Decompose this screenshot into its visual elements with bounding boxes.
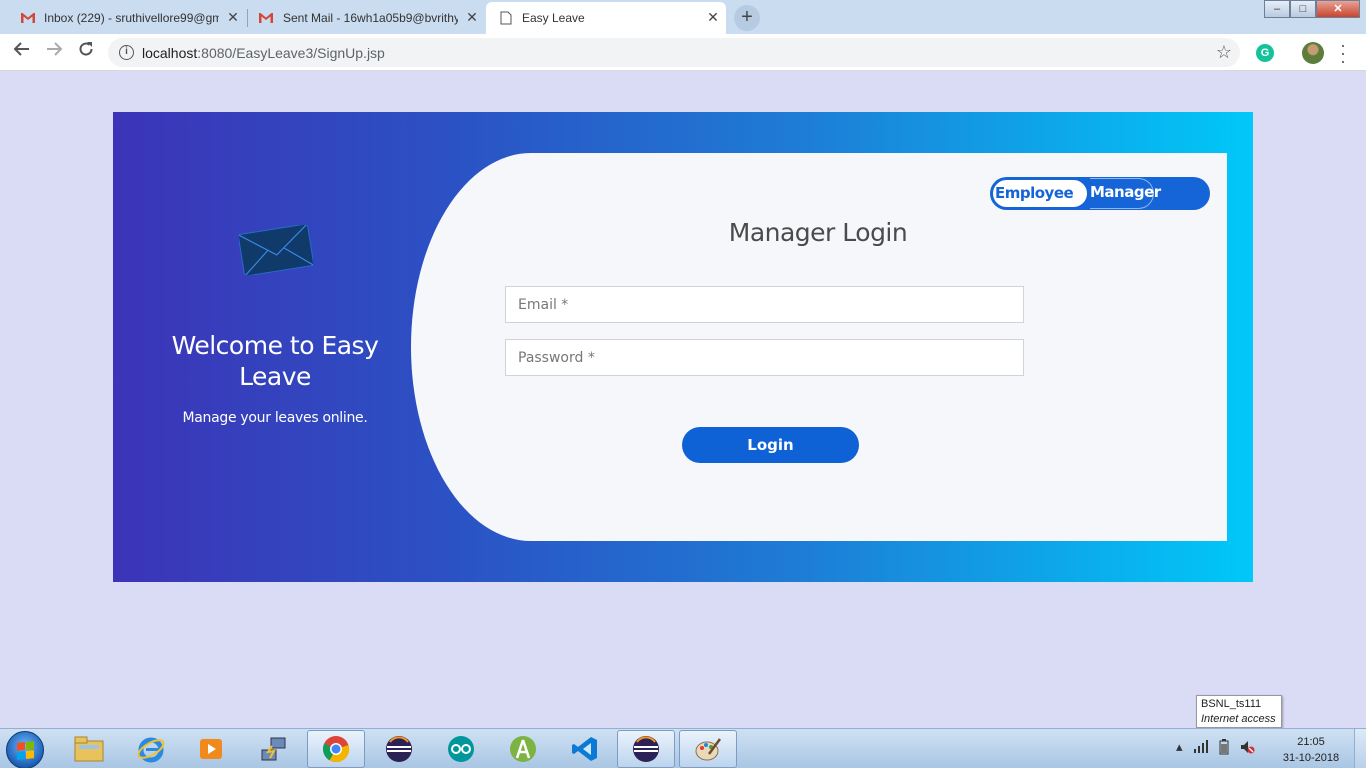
- internet-explorer-icon: [137, 737, 165, 763]
- taskbar-android-studio[interactable]: [494, 730, 552, 768]
- profile-avatar[interactable]: [1302, 42, 1324, 64]
- password-field[interactable]: [505, 339, 1024, 376]
- welcome-subtitle: Manage your leaves online.: [182, 410, 368, 426]
- tab-sent-mail[interactable]: Sent Mail - 16wh1a05b9@bvrithy ✕: [248, 2, 485, 34]
- eclipse-icon: [386, 736, 412, 762]
- login-panel: Employee Manager Manager Login Login: [411, 153, 1227, 541]
- url-text[interactable]: localhost:8080/EasyLeave3/SignUp.jsp: [142, 45, 385, 61]
- taskbar-file-explorer[interactable]: [60, 730, 118, 768]
- tab-inbox[interactable]: Inbox (229) - sruthivellore99@gm ✕: [0, 2, 246, 34]
- media-player-icon: [200, 739, 222, 759]
- back-button[interactable]: [10, 40, 34, 64]
- taskbar-internet-explorer[interactable]: [122, 730, 180, 768]
- clock-time: 21:05: [1297, 736, 1325, 748]
- taskbar-chrome[interactable]: [307, 730, 365, 768]
- close-icon[interactable]: ✕: [465, 10, 479, 24]
- taskbar-paint[interactable]: [679, 730, 737, 768]
- android-studio-icon: [510, 736, 536, 762]
- close-window-button[interactable]: ✕: [1316, 0, 1360, 18]
- network-tooltip: BSNL_ts111 Internet access: [1196, 695, 1282, 728]
- taskbar-vscode[interactable]: [556, 730, 614, 768]
- reload-icon: [79, 42, 93, 56]
- info-icon[interactable]: i: [119, 45, 134, 60]
- role-toggle: Employee Manager: [990, 177, 1210, 210]
- battery-icon[interactable]: [1219, 739, 1229, 755]
- network-tool-icon: [261, 737, 286, 761]
- minimize-button[interactable]: –: [1264, 0, 1290, 18]
- tab-title: Inbox (229) - sruthivellore99@gm: [44, 11, 219, 25]
- taskbar-arduino[interactable]: [432, 730, 490, 768]
- employee-toggle-button[interactable]: Employee: [991, 178, 1089, 209]
- system-tray: ▴: [1176, 739, 1255, 755]
- paint-icon: [695, 738, 722, 761]
- taskbar-eclipse[interactable]: [370, 730, 428, 768]
- gmail-icon: [259, 13, 273, 23]
- speaker-muted-icon[interactable]: [1239, 739, 1255, 755]
- file-explorer-icon: [74, 736, 104, 762]
- chrome-icon: [323, 736, 350, 763]
- show-desktop-button[interactable]: [1354, 729, 1366, 768]
- manager-toggle-button[interactable]: Manager: [1090, 178, 1161, 209]
- gmail-icon: [21, 13, 35, 23]
- login-card: Welcome to Easy Leave Manage your leaves…: [113, 112, 1253, 582]
- tab-title: Easy Leave: [522, 11, 585, 25]
- windows-logo-icon: [17, 741, 34, 760]
- close-icon[interactable]: ✕: [706, 10, 720, 24]
- window-controls: – □ ✕: [1264, 0, 1360, 18]
- signal-icon[interactable]: [1193, 739, 1209, 753]
- url-host: localhost: [142, 45, 198, 61]
- login-button[interactable]: Login: [682, 427, 859, 463]
- arrow-left-icon: [13, 42, 29, 56]
- eclipse-icon: [633, 736, 659, 762]
- page-icon: [500, 11, 512, 25]
- address-bar[interactable]: i localhost:8080/EasyLeave3/SignUp.jsp ☆: [108, 38, 1240, 67]
- bookmark-star-icon[interactable]: ☆: [1216, 42, 1232, 63]
- browser-tab-strip: Inbox (229) - sruthivellore99@gm ✕ Sent …: [0, 0, 1366, 34]
- taskbar-network-tool[interactable]: [244, 730, 302, 768]
- tab-easy-leave[interactable]: Easy Leave ✕: [486, 2, 726, 34]
- forward-button[interactable]: [42, 40, 66, 64]
- clock-date: 31-10-2018: [1282, 752, 1340, 764]
- vscode-icon: [572, 737, 597, 761]
- maximize-button[interactable]: □: [1290, 0, 1316, 18]
- tab-title: Sent Mail - 16wh1a05b9@bvrithy: [283, 11, 458, 25]
- url-path: :8080/EasyLeave3/SignUp.jsp: [197, 45, 385, 61]
- tray-expand-icon[interactable]: ▴: [1176, 739, 1183, 755]
- grammarly-extension-icon[interactable]: G: [1256, 44, 1274, 62]
- email-field[interactable]: [505, 286, 1024, 323]
- taskbar: ▴ 21:05 31-10-2018: [0, 728, 1366, 768]
- taskbar-eclipse-2[interactable]: [617, 730, 675, 768]
- network-name: BSNL_ts111: [1201, 698, 1262, 710]
- close-icon[interactable]: ✕: [226, 10, 240, 24]
- taskbar-media-player[interactable]: [182, 730, 240, 768]
- arduino-icon: [448, 736, 474, 762]
- browser-toolbar: i localhost:8080/EasyLeave3/SignUp.jsp ☆…: [0, 34, 1366, 71]
- menu-dots-icon[interactable]: · · ·: [1336, 36, 1350, 70]
- network-status: Internet access: [1201, 713, 1276, 725]
- reload-button[interactable]: [74, 40, 98, 64]
- new-tab-button[interactable]: +: [734, 5, 760, 31]
- envelope-icon: [239, 225, 313, 275]
- start-button[interactable]: [6, 731, 44, 768]
- taskbar-clock[interactable]: 21:05 31-10-2018: [1276, 734, 1346, 766]
- welcome-title: Welcome to Easy Leave: [171, 331, 379, 391]
- arrow-right-icon: [47, 42, 63, 56]
- login-title: Manager Login: [728, 218, 908, 247]
